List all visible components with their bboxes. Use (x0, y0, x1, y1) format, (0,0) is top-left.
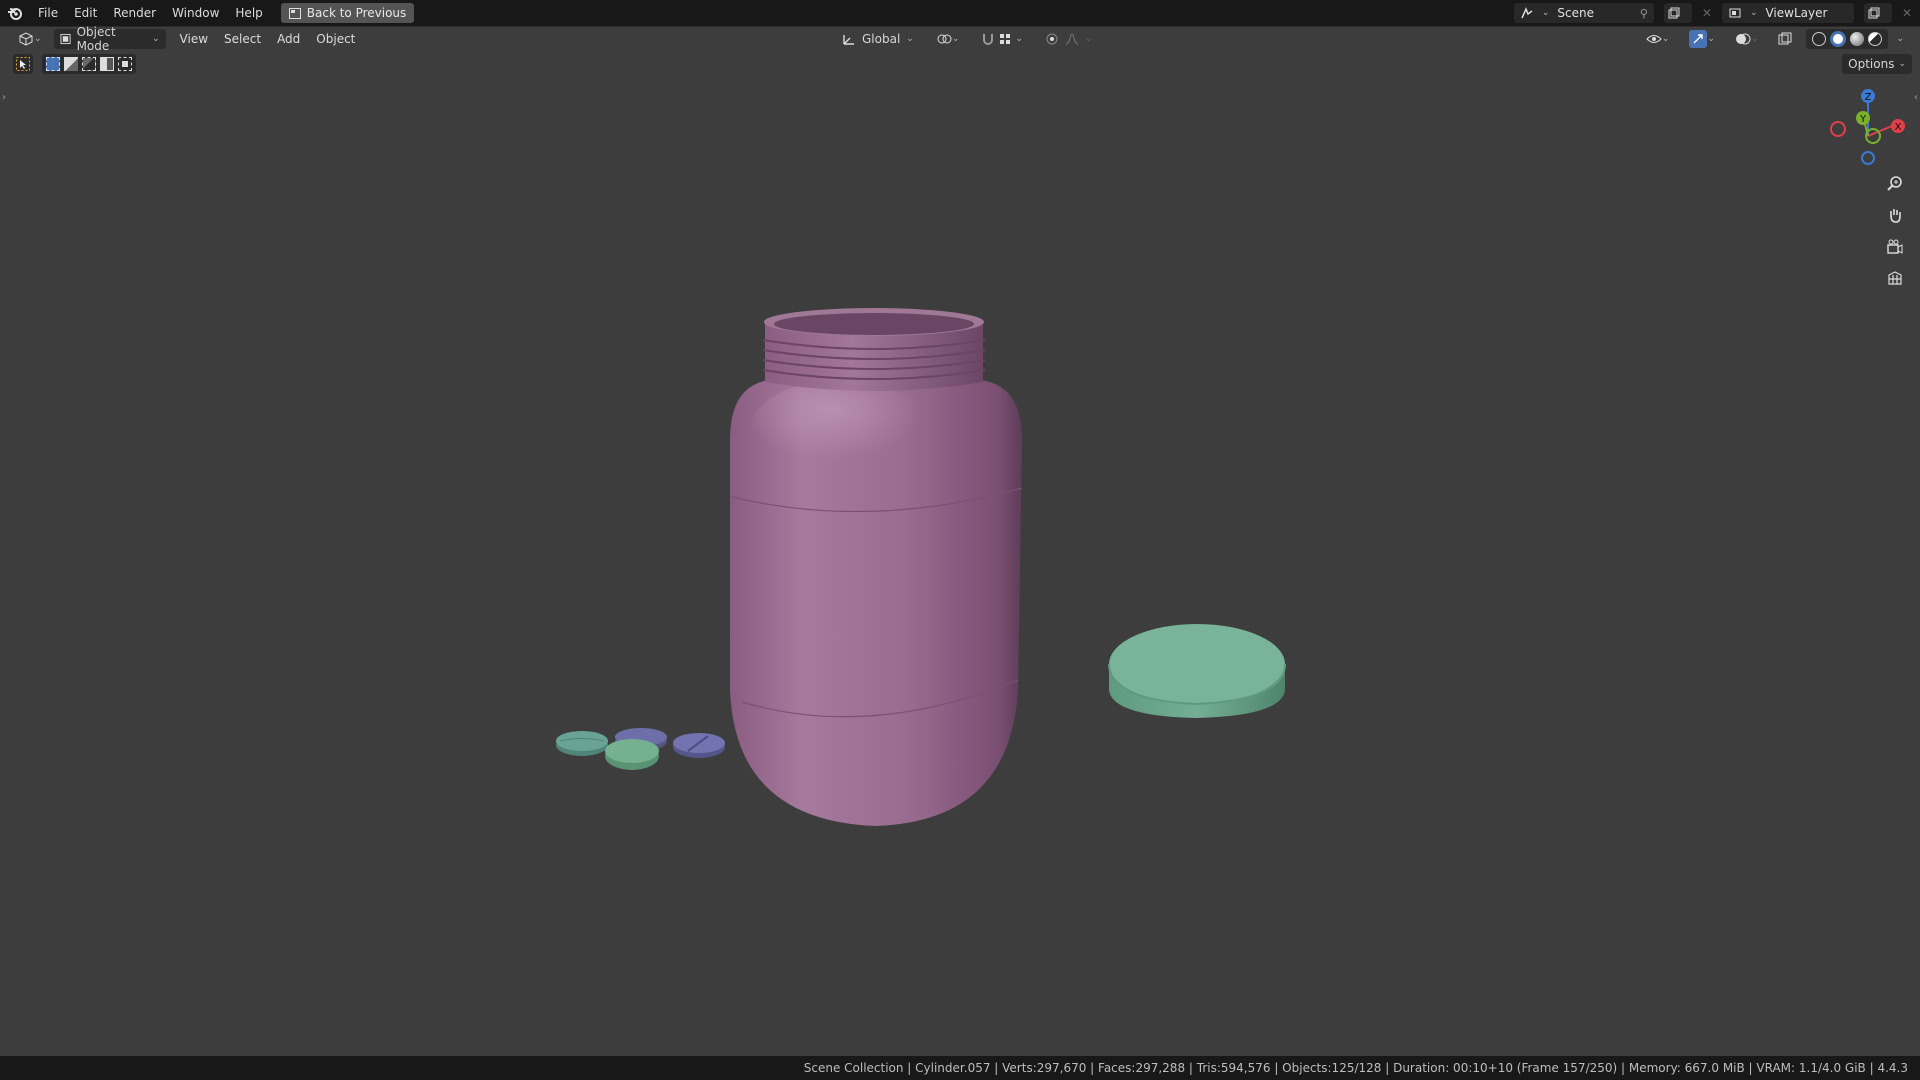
xray-toggle[interactable] (1772, 29, 1798, 49)
gizmo-icon (1693, 34, 1704, 44)
chevron-down-icon: ⌄ (1015, 34, 1023, 44)
solid-shading-icon[interactable] (1830, 31, 1847, 47)
menu-file[interactable]: File (30, 0, 66, 26)
chevron-down-icon: ⌄ (906, 34, 914, 44)
back-to-previous-label: Back to Previous (306, 6, 407, 20)
visibility-selector[interactable]: ⌄ (1640, 29, 1676, 49)
menu-window[interactable]: Window (164, 0, 227, 26)
menu-render[interactable]: Render (105, 0, 164, 26)
view-layer-name[interactable]: ViewLayer (1765, 6, 1847, 20)
status-text: Scene Collection | Cylinder.057 | Verts:… (803, 1061, 1908, 1075)
select-box-tool-icon (16, 57, 30, 71)
pivot-point-selector[interactable]: ⌄ (930, 29, 966, 49)
magnet-icon (983, 34, 994, 45)
overlays-toggle[interactable]: ⌄ (1729, 29, 1765, 49)
top-menubar: File Edit Render Window Help Back to Pre… (0, 0, 1920, 26)
gizmo-y-label: Y (1859, 114, 1867, 125)
object-mode-icon (60, 33, 71, 45)
blender-logo-icon[interactable] (0, 0, 30, 26)
select-extend-icon[interactable] (64, 57, 78, 71)
eye-icon (1646, 35, 1662, 43)
camera-view-icon[interactable] (1882, 234, 1908, 260)
rendered-shading-icon[interactable] (1868, 32, 1883, 46)
overlays-icon (1735, 33, 1751, 45)
chevron-down-icon: ⌄ (1084, 34, 1093, 44)
viewport-header: ⌄ Object Mode ⌄ View Select Add Object G… (0, 25, 1920, 53)
options-dropdown[interactable]: Options ⌄ (1842, 54, 1912, 74)
gizmo-z-label: Z (1865, 92, 1872, 103)
chevron-down-icon: ⌄ (1898, 59, 1906, 69)
menu-view[interactable]: View (172, 26, 216, 52)
chevron-down-icon: ⌄ (951, 34, 960, 44)
wireframe-shading-icon[interactable] (1812, 32, 1827, 46)
pin-icon[interactable]: ⚲ (1640, 7, 1648, 20)
transform-orientation-label: Global (862, 32, 901, 46)
menu-help[interactable]: Help (227, 0, 270, 26)
chevron-down-icon: ⌄ (1661, 34, 1670, 44)
menu-add[interactable]: Add (269, 26, 308, 52)
select-invert-icon[interactable] (100, 57, 114, 71)
duplicate-icon (1668, 7, 1680, 19)
new-scene-button[interactable] (1663, 3, 1692, 23)
snapping-toggle[interactable]: ⌄ (975, 29, 1029, 49)
orthographic-grid-icon[interactable] (1882, 266, 1908, 292)
select-subtract-icon[interactable] (82, 57, 96, 71)
proportional-icon (1046, 33, 1058, 45)
pivot-icon (937, 34, 952, 44)
menu-edit[interactable]: Edit (66, 0, 105, 26)
orientation-global-icon (843, 35, 854, 45)
tool-settings-row (13, 54, 136, 74)
options-label: Options (1848, 57, 1895, 71)
scene-icon (1521, 7, 1533, 19)
back-to-previous-button[interactable]: Back to Previous (280, 3, 415, 23)
material-preview-icon[interactable] (1850, 32, 1865, 46)
select-intersect-icon[interactable] (118, 57, 132, 71)
chevron-down-icon: ⌄ (1749, 8, 1758, 18)
gizmo-toggle[interactable]: ⌄ (1683, 29, 1721, 49)
view-layer-icon (1729, 8, 1741, 18)
select-new-icon[interactable] (46, 57, 60, 71)
status-bar: Scene Collection | Cylinder.057 | Verts:… (0, 1056, 1920, 1080)
3d-viewport-icon (19, 32, 33, 46)
navigation-buttons (1882, 170, 1908, 292)
xray-icon (1778, 32, 1792, 45)
shading-mode-group (1806, 29, 1889, 49)
duplicate-icon (1868, 7, 1880, 19)
menu-select[interactable]: Select (216, 26, 269, 52)
3d-viewport[interactable] (0, 26, 1920, 1057)
close-scene-icon[interactable]: ✕ (1702, 6, 1712, 20)
fullscreen-exit-icon (288, 7, 301, 19)
gizmo-neg-z-axis[interactable] (1861, 151, 1875, 165)
gizmo-neg-x-axis[interactable] (1830, 121, 1846, 137)
editor-type-button[interactable]: ⌄ (12, 29, 48, 49)
shading-options-chevron-icon[interactable]: ⌄ (1896, 34, 1904, 44)
chevron-down-icon: ⌄ (34, 34, 42, 44)
proportional-editing-toggle[interactable]: ⌄ (1039, 29, 1099, 49)
mode-selector[interactable]: Object Mode ⌄ (53, 25, 166, 53)
mode-label: Object Mode (76, 25, 116, 53)
menu-object[interactable]: Object (308, 26, 363, 52)
pan-hand-icon[interactable] (1882, 202, 1908, 228)
chevron-down-icon: ⌄ (1750, 34, 1759, 44)
falloff-curve-icon (1065, 33, 1079, 45)
chevron-down-icon: ⌄ (1541, 8, 1550, 18)
active-tool-button[interactable] (13, 54, 33, 74)
toolbar-expand-icon[interactable]: › (2, 92, 6, 103)
close-view-layer-icon[interactable]: ✕ (1902, 6, 1912, 20)
chevron-down-icon: ⌄ (152, 34, 160, 44)
view-layer-selector[interactable]: ⌄ ViewLayer (1721, 3, 1854, 23)
chevron-down-icon: ⌄ (1707, 34, 1715, 44)
selection-mode-group (42, 54, 136, 74)
snap-grid-icon (1000, 34, 1011, 44)
transform-orientation-selector[interactable]: Global ⌄ (836, 29, 920, 49)
zoom-icon[interactable] (1882, 170, 1908, 196)
scene-name[interactable]: Scene (1557, 6, 1631, 20)
new-view-layer-button[interactable] (1863, 3, 1892, 23)
scene-selector[interactable]: ⌄ Scene ⚲ (1513, 3, 1654, 23)
gizmo-x-label: X (1895, 122, 1902, 133)
navigation-gizmo[interactable]: Z X Y (1820, 86, 1920, 166)
